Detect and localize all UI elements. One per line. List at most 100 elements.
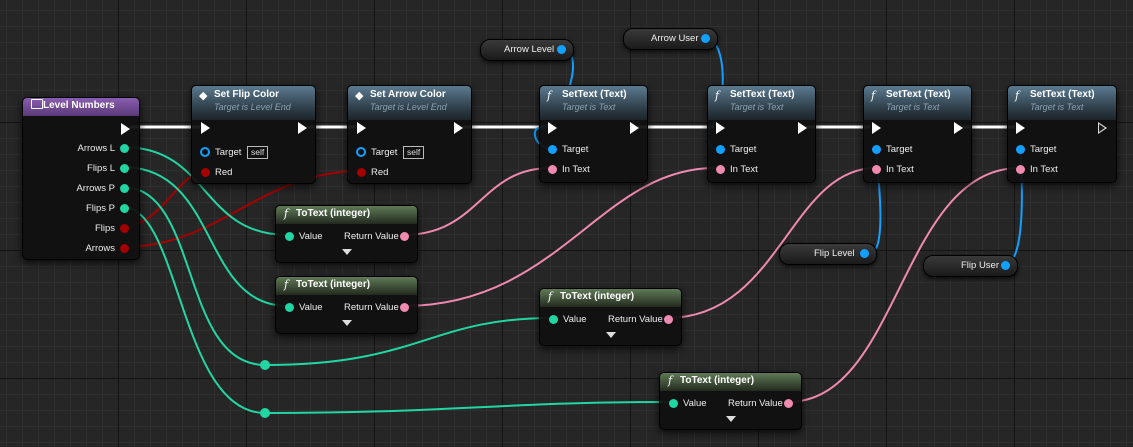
flip-level-variable[interactable]: Flip Level [779, 243, 877, 265]
reroute-knot[interactable] [260, 408, 270, 418]
in-text-pin[interactable] [1016, 165, 1025, 174]
exec-in-pin[interactable] [548, 122, 557, 134]
pin-label: In Text [886, 164, 914, 175]
flip-user-variable[interactable]: Flip User [923, 255, 1018, 277]
pin-label: Red [215, 167, 233, 178]
exec-out-pin[interactable] [954, 122, 963, 134]
return-value-pin[interactable] [784, 399, 793, 408]
pin-arrows-l[interactable] [120, 144, 129, 153]
in-text-pin[interactable] [548, 165, 557, 174]
target-pin[interactable] [716, 145, 725, 154]
variable-label: Arrow Level [504, 44, 555, 55]
pin-label: Target [1030, 144, 1057, 155]
function-icon: f [871, 89, 876, 102]
chevron-down-icon[interactable] [726, 416, 736, 422]
variable-output-pin[interactable] [557, 45, 566, 54]
pin-arrows-p[interactable] [120, 184, 129, 193]
pin-label: Target [730, 144, 757, 155]
level-numbers-node[interactable]: Level Numbers Arrows L Flips L Arrows P … [22, 97, 140, 260]
int-wire [122, 206, 266, 414]
target-pin[interactable] [872, 145, 881, 154]
set-color-icon: ◆ [199, 89, 208, 102]
node-title: ToText (integer) [296, 279, 371, 290]
text-wire [402, 167, 716, 307]
node-header: f ToText (integer) [276, 277, 417, 295]
node-subtitle: Target is Level End [214, 102, 291, 112]
pin-flips[interactable] [120, 224, 129, 233]
chevron-down-icon[interactable] [342, 249, 352, 255]
exec-in-pin[interactable] [872, 122, 881, 134]
pin-label: Value [563, 314, 587, 325]
target-pin[interactable] [1016, 145, 1025, 154]
value-pin[interactable] [669, 399, 678, 408]
value-pin[interactable] [549, 315, 558, 324]
arrow-level-variable[interactable]: Arrow Level [480, 39, 574, 61]
arrow-user-variable[interactable]: Arrow User [623, 28, 718, 50]
pin-label: Value [299, 231, 323, 242]
in-text-pin[interactable] [872, 165, 881, 174]
exec-in-pin[interactable] [1016, 122, 1025, 134]
node-title: Set Flip Color [214, 89, 279, 100]
settext-node-arrow-level[interactable]: f SetText (Text) Target is Text Target I… [539, 85, 648, 183]
variable-label: Arrow User [651, 33, 699, 44]
exec-out-pin[interactable] [298, 122, 307, 134]
target-pin[interactable] [548, 145, 557, 154]
settext-node-flip-user[interactable]: f SetText (Text) Target is Text Target I… [1007, 85, 1117, 183]
exec-out-pin[interactable] [121, 123, 130, 135]
settext-node-flip-level[interactable]: f SetText (Text) Target is Text Target I… [863, 85, 972, 183]
exec-in-pin[interactable] [201, 122, 210, 134]
pin-label: Value [683, 398, 707, 409]
return-value-pin[interactable] [400, 232, 409, 241]
pin-label: Arrows L [77, 143, 115, 154]
target-pin[interactable] [200, 147, 210, 157]
totext-node[interactable]: f ToText (integer) Value Return Value [659, 372, 802, 430]
variable-output-pin[interactable] [1001, 261, 1010, 270]
pin-label: Return Value [728, 398, 783, 409]
node-subtitle: Target is Text [1030, 102, 1084, 112]
value-pin[interactable] [285, 232, 294, 241]
pin-label: Flips [94, 223, 115, 234]
function-icon: f [548, 290, 553, 303]
chevron-down-icon[interactable] [606, 332, 616, 338]
reroute-knot[interactable] [260, 360, 270, 370]
set-flip-color-node[interactable]: ◆ Set Flip Color Target is Level End Tar… [191, 85, 316, 184]
function-icon: f [284, 278, 289, 291]
node-title: SetText (Text) [886, 89, 951, 100]
totext-node[interactable]: f ToText (integer) Value Return Value [275, 276, 418, 334]
pin-arrows[interactable] [120, 244, 129, 253]
exec-in-pin[interactable] [716, 122, 725, 134]
node-subtitle: Target is Text [730, 102, 784, 112]
self-default[interactable]: self [247, 146, 269, 159]
in-text-pin[interactable] [716, 165, 725, 174]
pin-label: Return Value [344, 302, 399, 313]
totext-node[interactable]: f ToText (integer) Value Return Value [539, 288, 682, 346]
value-pin[interactable] [285, 303, 294, 312]
exec-out-pin[interactable] [798, 122, 807, 134]
exec-out-pin[interactable] [630, 122, 639, 134]
pin-label: Red [371, 167, 389, 178]
self-default[interactable]: self [403, 146, 425, 159]
exec-in-pin[interactable] [357, 122, 366, 134]
return-value-pin[interactable] [664, 315, 673, 324]
node-title: SetText (Text) [730, 89, 795, 100]
chevron-down-icon[interactable] [342, 320, 352, 326]
node-header: f SetText (Text) Target is Text [1008, 86, 1116, 120]
color-pin[interactable] [201, 168, 210, 177]
variable-output-pin[interactable] [701, 34, 710, 43]
node-title: Set Arrow Color [370, 89, 446, 100]
exec-out-pin[interactable] [1098, 122, 1107, 134]
settext-node-arrow-user[interactable]: f SetText (Text) Target is Text Target I… [707, 85, 816, 183]
variable-output-pin[interactable] [860, 249, 869, 258]
pin-flips-l[interactable] [120, 164, 129, 173]
node-subtitle: Target is Level End [370, 102, 447, 112]
node-title: Level Numbers [43, 100, 115, 111]
pin-flips-p[interactable] [120, 204, 129, 213]
color-pin[interactable] [357, 168, 366, 177]
return-value-pin[interactable] [400, 303, 409, 312]
target-pin[interactable] [356, 147, 366, 157]
set-arrow-color-node[interactable]: ◆ Set Arrow Color Target is Level End Ta… [347, 85, 472, 184]
pin-label: Arrows [85, 243, 115, 254]
exec-out-pin[interactable] [454, 122, 463, 134]
totext-node[interactable]: f ToText (integer) Value Return Value [275, 205, 418, 263]
node-title: ToText (integer) [560, 291, 635, 302]
